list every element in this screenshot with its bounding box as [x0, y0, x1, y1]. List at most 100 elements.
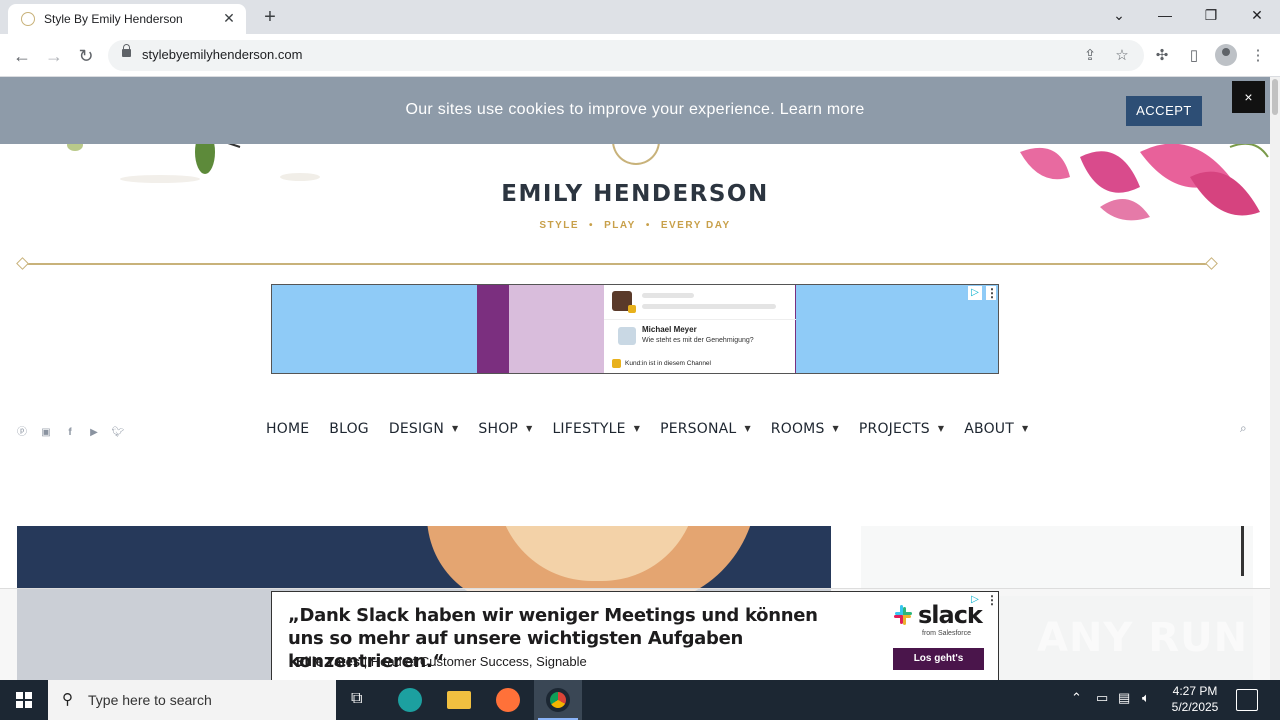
slack-logo: slack from Salesforce	[892, 601, 988, 642]
side-panel-icon[interactable]: ▯	[1183, 45, 1205, 67]
taskbar-search-box[interactable]: ⚲ Type here to search	[48, 680, 336, 720]
adchoices-icon[interactable]: ▷	[968, 593, 982, 607]
pinterest-icon[interactable]: ⓟ	[15, 426, 29, 440]
ad-author: Ellie Yates | Head of Customer Success, …	[296, 654, 587, 669]
browser-toolbar: ← → ↻ stylebyemilyhenderson.com ⇪ ☆ ✣ ▯ …	[0, 34, 1280, 77]
caret-down-icon: ▼	[452, 424, 459, 433]
top-banner-ad[interactable]: Michael Meyer Wie steht es mit der Geneh…	[271, 284, 999, 374]
caret-down-icon: ▼	[633, 424, 641, 433]
chrome-menu-icon[interactable]: ⋮	[1247, 45, 1269, 67]
windows-logo-icon	[16, 692, 32, 708]
page-scrollbar[interactable]	[1270, 77, 1280, 680]
notification-center-icon[interactable]	[1236, 689, 1258, 711]
ad-sender-name: Michael Meyer	[642, 325, 697, 334]
nav-item-about[interactable]: ABOUT ▼	[964, 421, 1028, 441]
minimize-button[interactable]: —	[1142, 0, 1188, 30]
edge-icon	[398, 688, 422, 712]
divider-diamond-left	[16, 257, 29, 270]
nav-item-shop[interactable]: SHOP ▼	[478, 421, 532, 441]
ad-purple-stripe	[477, 285, 509, 373]
instagram-icon[interactable]: ▣	[39, 426, 53, 440]
file-explorer-taskbar-button[interactable]	[435, 680, 483, 720]
anyrun-watermark: ANY RUN	[1037, 615, 1249, 661]
nav-item-blog[interactable]: BLOG	[329, 421, 369, 441]
twitter-icon[interactable]: 🐦︎	[111, 426, 125, 440]
slack-hash-icon	[894, 605, 912, 625]
nav-item-rooms[interactable]: ROOMS ▼	[771, 421, 839, 441]
windows-taskbar: ⚲ Type here to search ⧉ ⌃ ▭ ▤ 🔈︎ 4:27 PM…	[0, 680, 1280, 720]
site-logo-title[interactable]: EMILY HENDERSON	[0, 181, 1270, 207]
tab-close-icon[interactable]: ✕	[220, 9, 238, 27]
nav-item-lifestyle[interactable]: LIFESTYLE ▼	[552, 421, 640, 441]
extensions-puzzle-icon[interactable]: ✣	[1151, 45, 1173, 67]
ad-placeholder-line	[642, 293, 694, 298]
nav-label: ABOUT	[964, 421, 1014, 437]
task-view-button[interactable]: ⧉	[336, 680, 384, 720]
chrome-taskbar-button[interactable]	[534, 680, 582, 720]
window-close-button[interactable]: ✕	[1234, 0, 1280, 30]
slack-banner-ad[interactable]: „Dank Slack haben wir weniger Meetings u…	[271, 591, 999, 680]
nav-item-design[interactable]: DESIGN ▼	[389, 421, 459, 441]
browser-tab-bar: Style By Emily Henderson ✕ + ⌄ — ❐ ✕	[0, 0, 1280, 34]
chrome-icon	[546, 688, 570, 712]
firefox-taskbar-button[interactable]	[484, 680, 532, 720]
ad-menu-icon[interactable]: ⋮	[986, 593, 998, 607]
ad-message-text: Wie steht es mit der Genehmigung?	[642, 337, 754, 344]
ad-menu-icon[interactable]: ⋮	[986, 286, 998, 300]
forward-arrow-icon[interactable]: →	[40, 42, 68, 70]
ad-placeholder-line	[642, 304, 776, 309]
scrollbar-thumb[interactable]	[1272, 79, 1278, 115]
nav-label: BLOG	[329, 421, 369, 437]
browser-tab[interactable]: Style By Emily Henderson ✕	[8, 4, 246, 34]
cookie-close-button[interactable]: ×	[1232, 81, 1265, 113]
tab-title: Style By Emily Henderson	[44, 12, 183, 26]
caret-down-icon: ▼	[937, 424, 945, 433]
cookie-message[interactable]: Our sites use cookies to improve your ex…	[0, 101, 1270, 119]
divider-diamond-right	[1205, 257, 1218, 270]
facebook-icon[interactable]: f	[63, 426, 77, 440]
site-search-icon[interactable]: ⌕	[1240, 421, 1256, 437]
edge-taskbar-button[interactable]	[386, 680, 434, 720]
nav-label: HOME	[266, 421, 310, 437]
url-text[interactable]: stylebyemilyhenderson.com	[142, 47, 302, 62]
nav-label: PROJECTS	[858, 421, 930, 437]
restore-button[interactable]: ❐	[1188, 0, 1234, 30]
site-tagline: STYLE • PLAY • EVERY DAY	[539, 220, 731, 231]
tray-chevron-icon[interactable]: ⌃	[1071, 690, 1082, 706]
new-tab-button[interactable]: +	[258, 6, 282, 30]
nav-item-projects[interactable]: PROJECTS ▼	[859, 421, 944, 441]
nav-item-personal[interactable]: PERSONAL ▼	[660, 421, 751, 441]
slack-from-salesforce: from Salesforce	[922, 630, 972, 637]
network-icon[interactable]: ▤	[1118, 690, 1130, 706]
task-view-icon: ⧉	[351, 690, 363, 707]
share-icon[interactable]: ⇪	[1080, 46, 1100, 66]
profile-avatar-icon[interactable]	[1215, 44, 1237, 66]
adchoices-icon[interactable]: ▷	[968, 286, 982, 300]
main-navigation: HOME BLOG DESIGN ▼ SHOP ▼ LIFESTYLE ▼ PERSO…	[266, 421, 1048, 441]
ad-author-name: Ellie Yates	[296, 654, 361, 669]
tagline-word: EVERY DAY	[660, 220, 731, 231]
nav-item-home[interactable]: HOME	[266, 421, 309, 441]
ad-separator	[604, 319, 796, 320]
cookie-accept-button[interactable]: ACCEPT	[1126, 96, 1202, 126]
volume-icon[interactable]: 🔈︎	[1142, 690, 1150, 706]
taskbar-search-placeholder: Type here to search	[88, 692, 212, 708]
ad-status-dot	[612, 359, 621, 368]
back-arrow-icon[interactable]: ←	[8, 42, 36, 70]
youtube-icon[interactable]: ▶	[87, 426, 101, 440]
address-bar[interactable]: stylebyemilyhenderson.com ⇪ ☆	[108, 40, 1144, 71]
room-frame-shape	[1241, 526, 1244, 576]
tab-search-chevron-icon[interactable]: ⌄	[1096, 0, 1142, 30]
cookie-banner: Our sites use cookies to improve your ex…	[0, 77, 1270, 144]
ad-status-text: Kund:in ist in diesem Channel	[625, 360, 711, 367]
taskbar-clock[interactable]: 4:27 PM 5/2/2025	[1160, 683, 1230, 715]
tray-device-icon[interactable]: ▭	[1096, 690, 1108, 706]
bookmark-star-icon[interactable]: ☆	[1112, 46, 1132, 66]
ad-cta-button[interactable]: Los geht's	[893, 648, 984, 670]
lock-icon[interactable]	[122, 44, 131, 57]
nav-label: DESIGN	[388, 421, 445, 437]
tagline-word: PLAY	[604, 220, 636, 231]
start-button[interactable]	[0, 680, 48, 720]
ad-author-title: | Head of Customer Success, Signable	[360, 654, 587, 669]
reload-icon[interactable]: ↻	[72, 42, 100, 70]
